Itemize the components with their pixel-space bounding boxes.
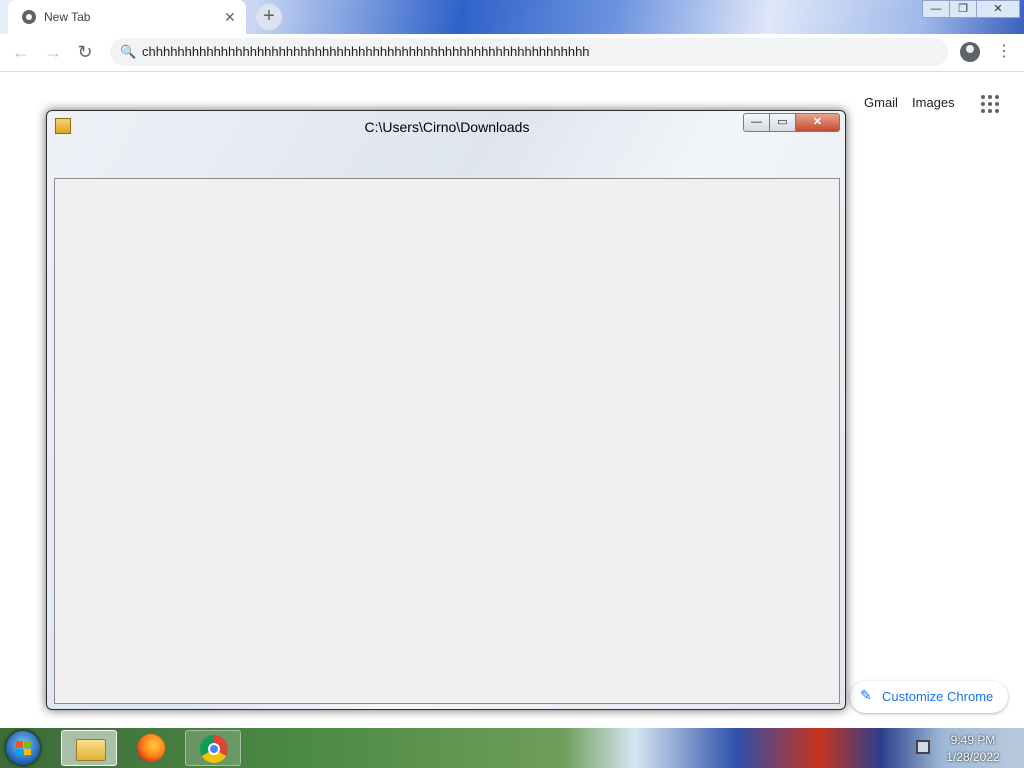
tab-strip: New Tab ✕ + — ❐ ✕ [0, 0, 1024, 34]
reload-button[interactable]: ↻ [74, 41, 96, 63]
network-icon[interactable] [916, 740, 930, 754]
profile-icon[interactable] [960, 42, 980, 62]
dialog-close-button[interactable]: ✕ [795, 113, 840, 132]
chrome-icon [200, 735, 228, 763]
taskbar-chrome[interactable] [185, 730, 241, 766]
clock-date[interactable]: 1/28/2022 [940, 750, 1006, 764]
tab-new-tab[interactable]: New Tab ✕ [8, 0, 246, 34]
forward-button[interactable]: → [42, 41, 64, 63]
start-button[interactable] [6, 731, 40, 765]
dialog-maximize-button[interactable]: ▭ [769, 113, 796, 132]
search-icon: 🔍 [120, 44, 137, 59]
pencil-icon: ✎ [860, 687, 872, 703]
address-bar[interactable]: 🔍 chhhhhhhhhhhhhhhhhhhhhhhhhhhhhhhhhhhhh… [110, 38, 948, 66]
tab-title: New Tab [44, 10, 91, 24]
window-content-area[interactable] [54, 178, 840, 704]
taskbar-explorer[interactable] [61, 730, 117, 766]
images-link[interactable]: Images [912, 95, 955, 110]
chrome-menu-icon[interactable]: ⋮ [996, 40, 1012, 64]
chrome-icon [22, 10, 36, 24]
address-bar-text[interactable]: chhhhhhhhhhhhhhhhhhhhhhhhhhhhhhhhhhhhhhh… [142, 44, 590, 59]
taskbar: 9:49 PM 1/28/2022 [0, 728, 1024, 768]
browser-toolbar: ← → ↻ 🔍 chhhhhhhhhhhhhhhhhhhhhhhhhhhhhhh… [0, 34, 1024, 72]
window-title: C:\Users\Cirno\Downloads [364, 119, 530, 135]
new-tab-button[interactable]: + [256, 4, 282, 30]
tab-close-icon[interactable]: ✕ [224, 7, 236, 27]
customize-chrome-label: Customize Chrome [882, 689, 994, 704]
close-window-button[interactable]: ✕ [976, 0, 1020, 18]
apps-grid-icon[interactable] [981, 95, 999, 113]
gmail-link[interactable]: Gmail [864, 95, 898, 110]
back-button[interactable]: ← [10, 41, 32, 63]
firefox-icon [137, 734, 165, 762]
customize-chrome-button[interactable]: ✎ Customize Chrome [850, 681, 1008, 713]
clock-time[interactable]: 9:49 PM [940, 733, 1006, 747]
restore-window-button[interactable]: ❐ [949, 0, 977, 18]
downloads-window: C:\Users\Cirno\Downloads — ▭ ✕ [46, 110, 846, 710]
dialog-minimize-button[interactable]: — [743, 113, 770, 132]
windows-logo-icon [16, 741, 31, 755]
taskbar-firefox[interactable] [123, 730, 179, 766]
minimize-window-button[interactable]: — [922, 0, 950, 18]
windows-explorer-icon [76, 739, 106, 761]
